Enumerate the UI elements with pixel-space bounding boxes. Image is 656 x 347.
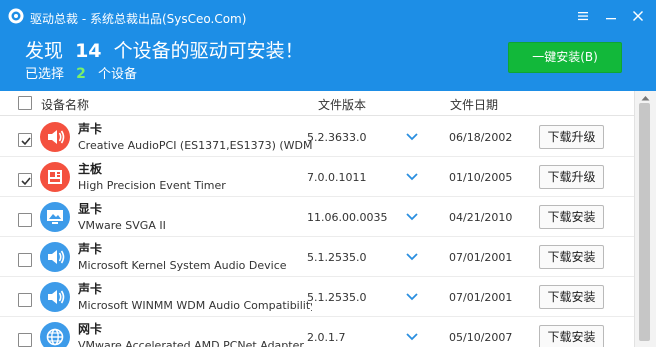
- minimize-icon: [606, 18, 616, 20]
- close-button[interactable]: [625, 3, 651, 29]
- check-icon: [21, 177, 31, 186]
- chevron-down-icon[interactable]: [405, 211, 419, 223]
- device-category: 声卡: [78, 282, 103, 296]
- row-checkbox[interactable]: [18, 333, 32, 347]
- device-category: 主板: [78, 162, 103, 176]
- file-version: 5.1.2535.0: [307, 291, 367, 304]
- device-name: Creative AudioPCI (ES1371,ES1373) (WDM): [78, 139, 312, 152]
- device-name: Microsoft WINMM WDM Audio Compatibility …: [78, 299, 312, 312]
- file-version: 11.06.00.0035: [307, 211, 388, 224]
- table-row[interactable]: 声卡 Creative AudioPCI (ES1371,ES1373) (WDM…: [0, 117, 634, 157]
- download-button[interactable]: 下载安装: [539, 205, 604, 229]
- file-date: 06/18/2002: [449, 131, 513, 144]
- chevron-down-icon[interactable]: [405, 131, 419, 143]
- selected-prefix: 已选择: [25, 67, 65, 82]
- selected-suffix: 个设备: [98, 67, 138, 82]
- device-name: VMware SVGA II: [78, 219, 166, 232]
- install-all-button[interactable]: 一键安装(B): [508, 42, 622, 73]
- selected-summary: 已选择 2 个设备: [25, 63, 137, 82]
- table-row[interactable]: 显卡 VMware SVGA II 11.06.00.0035 04/21/2010 下…: [0, 197, 634, 237]
- title-bar: 驱动总裁 - 系统总裁出品(SysCeo.Com): [0, 0, 656, 30]
- table-row[interactable]: 声卡 Microsoft WINMM WDM Audio Compatibilit…: [0, 277, 634, 317]
- found-suffix: 个设备的驱动可安装！: [113, 40, 304, 62]
- row-checkbox[interactable]: [18, 213, 32, 227]
- column-header-version: 文件版本: [318, 98, 367, 112]
- device-name: High Precision Event Timer: [78, 179, 226, 192]
- vertical-scrollbar[interactable]: [634, 91, 656, 347]
- speaker-icon: [40, 122, 70, 152]
- file-version: 2.0.1.7: [307, 331, 346, 344]
- row-checkbox[interactable]: [18, 173, 32, 187]
- menu-button[interactable]: [570, 3, 596, 29]
- minimize-button[interactable]: [598, 3, 624, 29]
- table-row[interactable]: 声卡 Microsoft Kernel System Audio Device 5.…: [0, 237, 634, 277]
- file-date: 04/21/2010: [449, 211, 513, 224]
- file-date: 07/01/2001: [449, 251, 513, 264]
- download-button[interactable]: 下载升级: [539, 125, 604, 149]
- row-checkbox[interactable]: [18, 253, 32, 267]
- chevron-down-icon[interactable]: [405, 331, 419, 343]
- app-logo-icon: [8, 8, 24, 24]
- table-row[interactable]: 主板 High Precision Event Timer 7.0.0.1011 01…: [0, 157, 634, 197]
- file-date: 07/01/2001: [449, 291, 513, 304]
- row-checkbox[interactable]: [18, 293, 32, 307]
- check-icon: [21, 137, 31, 146]
- found-count: 14: [75, 40, 102, 62]
- column-header-name: 设备名称: [41, 98, 90, 112]
- table-header: 设备名称 文件版本 文件日期: [0, 91, 634, 116]
- download-button[interactable]: 下载升级: [539, 165, 604, 189]
- close-icon: [633, 11, 643, 21]
- display-icon: [40, 202, 70, 232]
- row-checkbox[interactable]: [18, 133, 32, 147]
- file-version: 7.0.0.1011: [307, 171, 367, 184]
- device-name: Microsoft Kernel System Audio Device: [78, 259, 287, 272]
- chevron-down-icon[interactable]: [405, 171, 419, 183]
- selected-count: 2: [76, 66, 86, 82]
- device-category: 声卡: [78, 122, 103, 136]
- column-header-date: 文件日期: [450, 98, 499, 112]
- download-button[interactable]: 下载安装: [539, 285, 604, 309]
- download-button[interactable]: 下载安装: [539, 325, 604, 347]
- file-version: 5.1.2535.0: [307, 251, 367, 264]
- device-category: 显卡: [78, 202, 103, 216]
- menu-icon: [578, 12, 588, 21]
- device-name: VMware Accelerated AMD PCNet Adapter: [78, 339, 304, 347]
- device-category: 网卡: [78, 322, 103, 336]
- header-banner: 驱动总裁 - 系统总裁出品(SysCeo.Com) 发现 14 个设备的驱动可安…: [0, 0, 656, 91]
- globe-icon: [40, 322, 70, 347]
- window-title: 驱动总裁 - 系统总裁出品(SysCeo.Com): [30, 12, 247, 26]
- found-summary: 发现 14 个设备的驱动可安装！: [25, 36, 304, 63]
- scroll-thumb[interactable]: [639, 103, 650, 341]
- speaker-icon: [40, 282, 70, 312]
- file-date: 05/10/2007: [449, 331, 513, 344]
- table-row[interactable]: 网卡 VMware Accelerated AMD PCNet Adapter 2.…: [0, 317, 634, 347]
- device-list: 声卡 Creative AudioPCI (ES1371,ES1373) (WDM…: [0, 117, 634, 347]
- select-all-checkbox[interactable]: [18, 96, 32, 110]
- file-date: 01/10/2005: [449, 171, 513, 184]
- speaker-icon: [40, 242, 70, 272]
- device-category: 声卡: [78, 242, 103, 256]
- download-button[interactable]: 下载安装: [539, 245, 604, 269]
- scroll-up-icon[interactable]: [641, 95, 650, 101]
- motherboard-icon: [40, 162, 70, 192]
- chevron-down-icon[interactable]: [405, 291, 419, 303]
- file-version: 5.2.3633.0: [307, 131, 367, 144]
- found-prefix: 发现: [25, 40, 64, 62]
- chevron-down-icon[interactable]: [405, 251, 419, 263]
